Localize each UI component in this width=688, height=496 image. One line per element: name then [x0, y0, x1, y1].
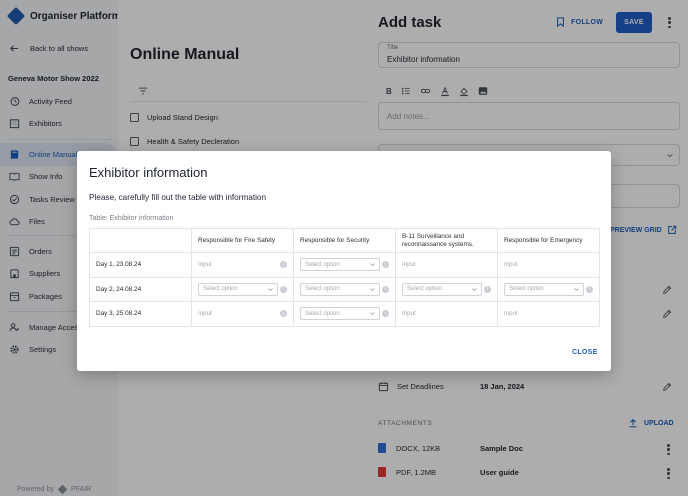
table-cell: Input i — [191, 301, 294, 327]
cell-input[interactable]: Input — [198, 310, 212, 317]
select-placeholder: Select option — [305, 286, 340, 293]
table-cell: Select option i — [293, 252, 396, 278]
chevron-down-icon — [370, 263, 375, 267]
select-placeholder: Select option — [407, 286, 442, 293]
table-cell: Input — [497, 252, 600, 278]
table-cell: Input — [395, 301, 498, 327]
column-header — [89, 228, 192, 253]
info-icon[interactable]: i — [382, 261, 389, 269]
app-root: Organiser Platform Back to all shows Gen… — [0, 0, 688, 496]
exhibitor-info-table: Responsible for Fire Safety Responsible … — [89, 228, 600, 327]
chevron-down-icon — [574, 288, 579, 291]
dialog-title: Exhibitor information — [89, 165, 208, 180]
cell-select[interactable]: Select option — [198, 282, 278, 296]
cell-select[interactable]: Select option — [504, 282, 584, 296]
table-cell: Input — [497, 301, 600, 327]
table-cell: Input i — [191, 252, 294, 278]
dialog-subtitle: Please, carefully fill out the table wit… — [89, 193, 267, 202]
info-icon[interactable]: i — [484, 285, 491, 293]
column-header: Responsible for Security — [293, 228, 396, 253]
column-header: Responsible for Fire Safety — [191, 228, 294, 253]
chevron-down-icon — [370, 312, 375, 316]
select-placeholder: Select option — [509, 286, 544, 293]
select-placeholder: Select option — [305, 310, 340, 317]
cell-select[interactable]: Select option — [300, 307, 380, 321]
row-label: Day 3, 25.08.24 — [89, 301, 192, 327]
table-row: Day 2, 24.08.24 Select option i Select opti… — [89, 276, 600, 302]
table-cell: Select option i — [497, 276, 600, 302]
table-cell: Select option i — [395, 276, 498, 302]
cell-input[interactable]: Input — [402, 261, 416, 268]
table-row: Day 3, 25.08.24 Input i Select option i Input… — [89, 301, 600, 327]
table-cell: Select option i — [293, 276, 396, 302]
info-icon[interactable]: i — [382, 310, 389, 318]
column-header: Responsible for Emergency — [497, 228, 600, 253]
cell-select[interactable]: Select option — [402, 282, 482, 296]
cell-select[interactable]: Select option — [300, 258, 380, 272]
select-placeholder: Select option — [203, 286, 238, 293]
row-label: Day 1, 23.08.24 — [89, 252, 192, 278]
info-icon[interactable]: i — [280, 310, 287, 318]
info-icon[interactable]: i — [280, 285, 287, 293]
column-header: B-11 Surveillance and reconnaissance sys… — [395, 228, 498, 253]
exhibitor-info-dialog: Exhibitor information Please, carefully … — [77, 151, 611, 371]
table-cell: Select option i — [191, 276, 294, 302]
chevron-down-icon — [472, 288, 477, 291]
cell-select[interactable]: Select option — [300, 282, 380, 296]
table-body: Day 1, 23.08.24 Input i Select option i Input… — [89, 252, 600, 327]
select-placeholder: Select option — [305, 261, 340, 268]
table-cell: Select option i — [293, 301, 396, 327]
cell-input[interactable]: Input — [198, 261, 212, 268]
cell-input[interactable]: Input — [504, 310, 518, 317]
row-label: Day 2, 24.08.24 — [89, 276, 192, 302]
chevron-down-icon — [370, 288, 375, 291]
table-row: Day 1, 23.08.24 Input i Select option i Input… — [89, 252, 600, 278]
info-icon[interactable]: i — [382, 285, 389, 293]
info-icon[interactable]: i — [280, 261, 287, 269]
cell-input[interactable]: Input — [504, 261, 518, 268]
table-cell: Input — [395, 252, 498, 278]
table-caption: Table: Exhibitor information — [89, 215, 174, 222]
chevron-down-icon — [268, 288, 273, 291]
info-icon[interactable]: i — [586, 285, 593, 293]
cell-input[interactable]: Input — [402, 310, 416, 317]
close-button[interactable]: CLOSE — [572, 349, 598, 356]
table-header-row: Responsible for Fire Safety Responsible … — [89, 228, 600, 253]
